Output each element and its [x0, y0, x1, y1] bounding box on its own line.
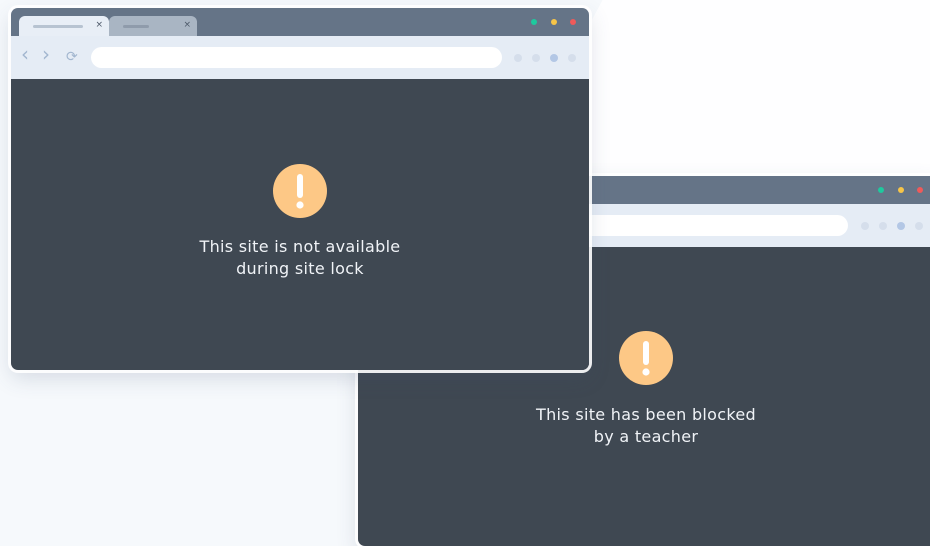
- forward-arrow-icon[interactable]: ›: [42, 44, 50, 64]
- window-dot-yellow[interactable]: [898, 187, 904, 193]
- exclamation-icon: [619, 331, 673, 385]
- browser-window-site-lock: × × ‹ › ⟳ This site is not available dur…: [11, 8, 589, 370]
- window-dot-green[interactable]: [531, 19, 537, 25]
- back-arrow-icon[interactable]: ‹: [21, 44, 29, 64]
- window-dot-red[interactable]: [917, 187, 923, 193]
- blocked-message: This site has been blocked by a teacher: [498, 404, 794, 448]
- exclamation-icon: [273, 164, 327, 218]
- toolbar-dot[interactable]: [915, 222, 923, 230]
- tab-close-icon[interactable]: ×: [183, 19, 191, 31]
- toolbar-dot[interactable]: [532, 54, 540, 62]
- toolbar-dot[interactable]: [861, 222, 869, 230]
- browser-toolbar: ‹ › ⟳: [11, 36, 589, 79]
- site-lock-message-line2: during site lock: [236, 259, 364, 278]
- site-lock-message-line1: This site is not available: [199, 237, 401, 256]
- toolbar-dot[interactable]: [514, 54, 522, 62]
- toolbar-dot-active[interactable]: [550, 54, 558, 62]
- address-bar[interactable]: [91, 47, 502, 68]
- toolbar-dot[interactable]: [879, 222, 887, 230]
- toolbar-dot[interactable]: [568, 54, 576, 62]
- tab-title-placeholder: [33, 25, 83, 28]
- tab-title-placeholder: [123, 25, 149, 28]
- window-dot-red[interactable]: [570, 19, 576, 25]
- title-bar: × ×: [11, 8, 589, 36]
- site-lock-message: This site is not available during site l…: [150, 236, 450, 280]
- page-content: This site is not available during site l…: [11, 79, 589, 370]
- blocked-message-line1: This site has been blocked: [536, 405, 756, 424]
- tab-inactive[interactable]: ×: [109, 16, 197, 36]
- tab-close-icon[interactable]: ×: [95, 19, 103, 31]
- toolbar-dot-active[interactable]: [897, 222, 905, 230]
- window-dot-yellow[interactable]: [551, 19, 557, 25]
- blocked-message-line2: by a teacher: [593, 427, 699, 446]
- tab-active[interactable]: ×: [19, 16, 109, 36]
- reload-icon[interactable]: ⟳: [66, 48, 78, 66]
- window-dot-green[interactable]: [878, 187, 884, 193]
